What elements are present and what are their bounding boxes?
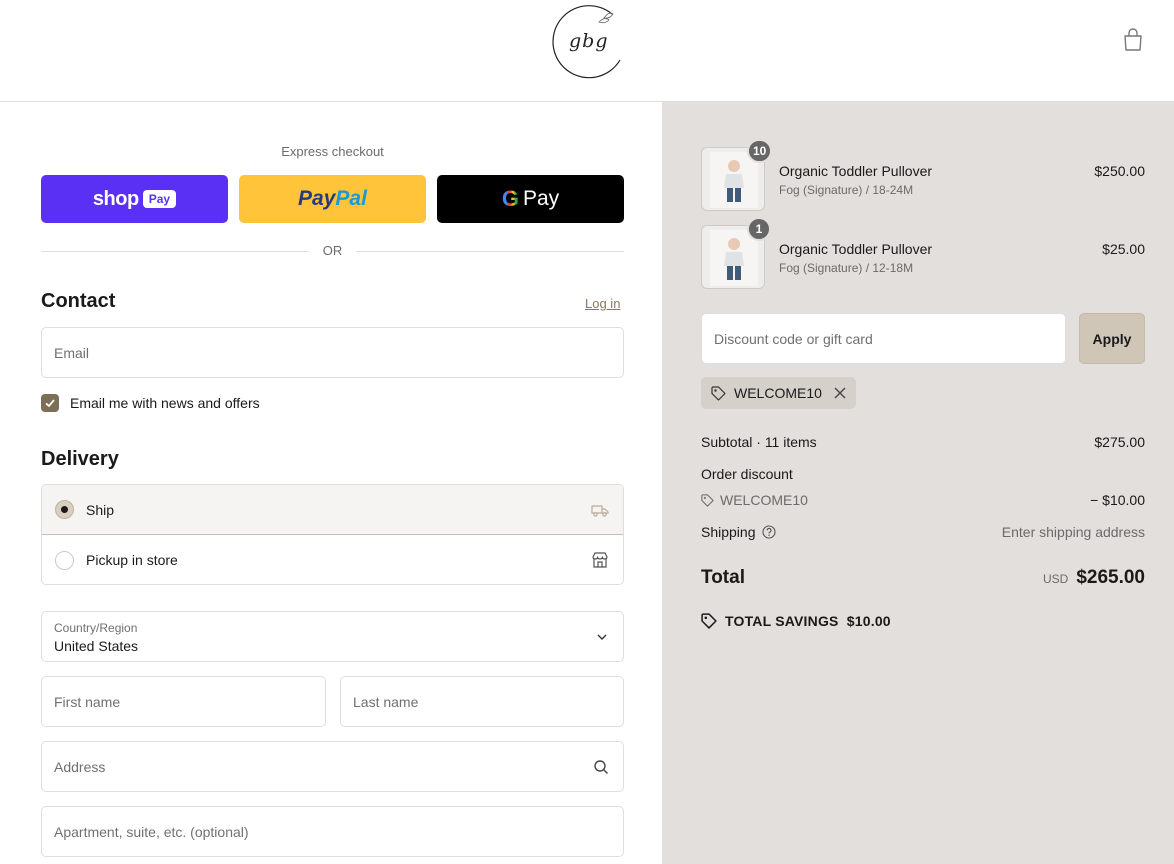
subtotal-row: Subtotal · 11 items $275.00: [701, 434, 1145, 450]
delivery-method-group: Ship Pickup in store: [41, 484, 624, 585]
total-label: Total: [701, 567, 745, 588]
pickup-radio[interactable]: [55, 550, 74, 570]
contact-title: Contact: [41, 290, 116, 312]
newsletter-checkbox-row[interactable]: Email me with news and offers: [41, 394, 260, 412]
item-price: $25.00: [1102, 241, 1145, 257]
tag-icon: [701, 494, 714, 507]
delivery-option-ship[interactable]: Ship: [42, 485, 623, 535]
checkout-header: gbg: [0, 0, 1174, 102]
discount-code-row: WELCOME10 − $10.00: [701, 492, 1145, 508]
discount-code-field[interactable]: Discount code or gift card: [701, 313, 1066, 364]
discount-code-label: WELCOME10: [720, 492, 808, 508]
paypal-logo: PayPal: [298, 187, 367, 211]
order-summary: 10 Organic Toddler Pullover Fog (Signatu…: [662, 102, 1174, 864]
email-placeholder: Email: [54, 344, 90, 361]
search-icon[interactable]: [593, 759, 609, 775]
express-checkout-label: Express checkout: [281, 144, 384, 159]
brand-logo-text: gbg: [569, 30, 609, 52]
first-name-field[interactable]: First name: [41, 676, 326, 727]
item-variant: Fog (Signature) / 18-24M: [779, 183, 914, 197]
store-icon: [592, 552, 608, 568]
address-placeholder: Address: [54, 758, 106, 775]
email-field[interactable]: Email: [41, 327, 624, 378]
last-name-placeholder: Last name: [353, 693, 419, 710]
checkout-form: Express checkout shop Pay PayPal G Pay O…: [0, 102, 662, 864]
savings-value: $10.00: [846, 613, 891, 629]
discount-placeholder: Discount code or gift card: [714, 330, 873, 347]
paypal-logo-part2: Pal: [335, 187, 367, 210]
line-item: 1 Organic Toddler Pullover Fog (Signatur…: [701, 217, 1145, 289]
order-discount-label: Order discount: [701, 466, 793, 482]
country-value: United States: [54, 638, 139, 654]
last-name-field[interactable]: Last name: [340, 676, 624, 727]
apply-discount-button[interactable]: Apply: [1079, 313, 1145, 364]
google-g-icon: G: [501, 186, 519, 211]
shop-pay-pill: Pay: [142, 190, 177, 208]
quantity-badge: 10: [747, 139, 773, 163]
applied-discount-chip: WELCOME10: [701, 377, 856, 409]
total-savings: TOTAL SAVINGS $10.00: [701, 613, 891, 629]
truck-icon: [591, 504, 609, 517]
delivery-title: Delivery: [41, 448, 119, 470]
line-item: 10 Organic Toddler Pullover Fog (Signatu…: [701, 139, 1145, 211]
google-pay-word: Pay: [522, 187, 560, 210]
newsletter-checkbox[interactable]: [41, 394, 59, 412]
quantity-badge: 1: [747, 217, 771, 241]
shop-pay-button[interactable]: shop Pay: [41, 175, 228, 223]
paypal-logo-part1: Pay: [298, 187, 336, 210]
ship-radio[interactable]: [55, 500, 74, 519]
or-divider: OR: [41, 243, 624, 259]
subtotal-value: $275.00: [1094, 434, 1145, 450]
apartment-field[interactable]: Apartment, suite, etc. (optional): [41, 806, 624, 857]
radio-dot: [61, 506, 68, 513]
paypal-button[interactable]: PayPal: [239, 175, 426, 223]
divider-line-right: [356, 251, 624, 252]
total-value: $265.00: [1076, 567, 1145, 588]
tag-icon: [701, 613, 717, 629]
total-amount: USD $265.00: [1043, 567, 1145, 589]
google-pay-logo: G Pay: [502, 186, 559, 212]
applied-code: WELCOME10: [734, 385, 822, 401]
country-label: Country/Region: [54, 621, 138, 635]
newsletter-label: Email me with news and offers: [70, 395, 260, 411]
item-variant: Fog (Signature) / 12-18M: [779, 261, 914, 275]
shopping-bag-icon[interactable]: [1122, 28, 1144, 52]
apartment-placeholder: Apartment, suite, etc. (optional): [54, 823, 249, 840]
help-icon[interactable]: [761, 525, 776, 539]
google-pay-button[interactable]: G Pay: [437, 175, 624, 223]
shipping-label: Shipping: [701, 524, 756, 540]
discount-value: − $10.00: [1090, 492, 1145, 508]
shipping-row: Shipping Enter shipping address: [701, 524, 1145, 540]
delivery-option-pickup[interactable]: Pickup in store: [42, 535, 623, 584]
item-price: $250.00: [1094, 163, 1145, 179]
login-link[interactable]: Log in: [585, 296, 620, 311]
pickup-label: Pickup in store: [86, 552, 178, 568]
first-name-placeholder: First name: [54, 693, 121, 710]
chevron-down-icon: [597, 634, 607, 640]
shop-pay-word: shop: [92, 187, 139, 210]
savings-label: TOTAL SAVINGS: [725, 613, 839, 629]
subtotal-label: Subtotal · 11 items: [701, 434, 817, 450]
order-discount-row: Order discount: [701, 466, 1145, 482]
ship-label: Ship: [86, 501, 115, 518]
checkmark-icon: [45, 399, 55, 408]
item-name: Organic Toddler Pullover: [779, 163, 933, 179]
total-currency: USD: [1042, 572, 1069, 586]
address-field[interactable]: Address: [41, 741, 624, 792]
close-icon[interactable]: [834, 387, 846, 399]
country-select[interactable]: Country/Region United States: [41, 611, 624, 662]
shipping-value: Enter shipping address: [1001, 524, 1145, 540]
item-name: Organic Toddler Pullover: [779, 241, 933, 257]
tag-icon: [711, 385, 726, 401]
